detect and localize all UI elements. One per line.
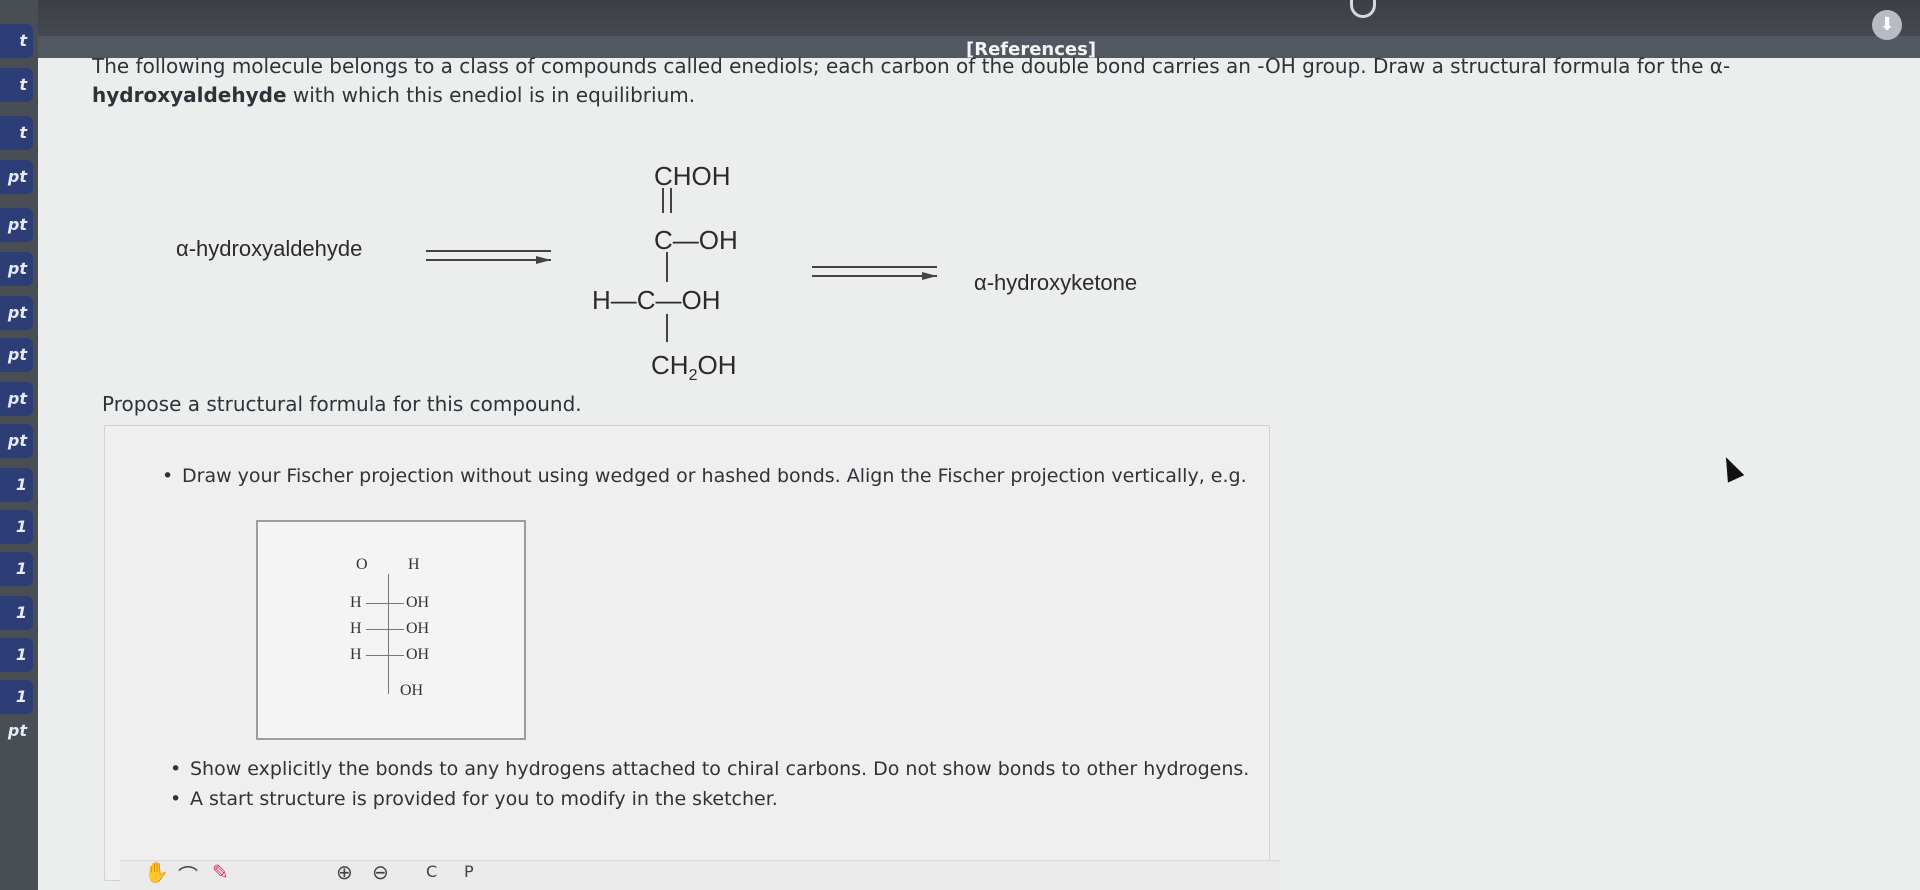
equilibrium-arrow-left (426, 250, 551, 264)
example-row2-left: H (350, 620, 362, 637)
example-row3-right: OH (406, 646, 430, 663)
question-text-part2: with which this enediol is in equilibriu… (292, 83, 696, 107)
points-tab[interactable]: pt (0, 424, 33, 458)
points-tab[interactable]: t (0, 68, 33, 102)
points-tab[interactable]: pt (0, 252, 33, 286)
instruction-bullet-3: A start structure is provided for you to… (170, 788, 778, 810)
prompt-text: Propose a structural formula for this co… (102, 392, 582, 416)
carbon-button[interactable]: C (426, 862, 437, 881)
points-tab[interactable]: 1 pt (0, 468, 33, 528)
ch2oh-oh: OH (697, 350, 737, 380)
zoom-out-icon[interactable]: ⊖ (372, 860, 389, 884)
points-tab[interactable]: t (0, 116, 33, 150)
points-tab[interactable]: 1 pt (0, 680, 33, 740)
question-text: The following molecule belongs to a clas… (92, 52, 1742, 110)
example-row1-line (366, 603, 404, 604)
points-tab[interactable]: t (0, 24, 33, 58)
lasso-tool-icon[interactable]: ⌒ (178, 860, 198, 889)
points-tab[interactable]: pt (0, 382, 33, 416)
equilibrium-arrow-right (812, 266, 937, 280)
structure-line4: CH2OH (651, 350, 736, 385)
example-top-o: O (356, 556, 368, 573)
example-row2-line (366, 629, 404, 630)
points-tab[interactable]: 1 pt (0, 638, 33, 698)
double-bond (662, 188, 672, 213)
example-row1-right: OH (406, 594, 430, 611)
instruction-bullet-1: Draw your Fischer projection without usi… (162, 465, 1247, 487)
right-compound-label: α-hydroxyketone (974, 270, 1138, 295)
eraser-tool-icon[interactable]: ✎ (212, 860, 229, 884)
example-vertical-line (388, 574, 389, 694)
download-icon[interactable]: ⬇ (1872, 10, 1902, 40)
example-bottom-oh: OH (400, 682, 424, 699)
points-tab[interactable]: pt (0, 338, 33, 372)
hand-tool-icon[interactable]: ✋ (144, 860, 169, 884)
sketcher-toolbar (120, 860, 1280, 890)
points-tab[interactable]: pt (0, 296, 33, 330)
question-text-part1: The following molecule belongs to a clas… (92, 54, 1731, 78)
single-bond-1 (666, 252, 668, 282)
points-tab[interactable]: 1 pt (0, 596, 33, 656)
points-tab[interactable]: pt (0, 208, 33, 242)
example-fischer-box: O H H OH H OH H OH OH (256, 520, 526, 740)
example-row3-line (366, 655, 404, 656)
points-tab[interactable]: pt (0, 160, 33, 194)
left-compound-label: α-hydroxyaldehyde (176, 236, 363, 261)
example-top-h: H (408, 556, 420, 573)
p-button[interactable]: P (464, 862, 474, 881)
instruction-bullet-2: Show explicitly the bonds to any hydroge… (170, 758, 1249, 780)
example-row3-left: H (350, 646, 362, 663)
example-row1-left: H (350, 594, 362, 611)
structure-line3: H—C—OH (592, 285, 721, 315)
points-tab[interactable]: 1 pt (0, 552, 33, 612)
example-row2-right: OH (406, 620, 430, 637)
question-text-bold: hydroxyaldehyde (92, 83, 287, 107)
zoom-in-icon[interactable]: ⊕ (336, 860, 353, 884)
points-tab[interactable]: 1 pt (0, 510, 33, 570)
ch2oh-ch: CH (651, 350, 689, 380)
single-bond-2 (666, 314, 668, 342)
